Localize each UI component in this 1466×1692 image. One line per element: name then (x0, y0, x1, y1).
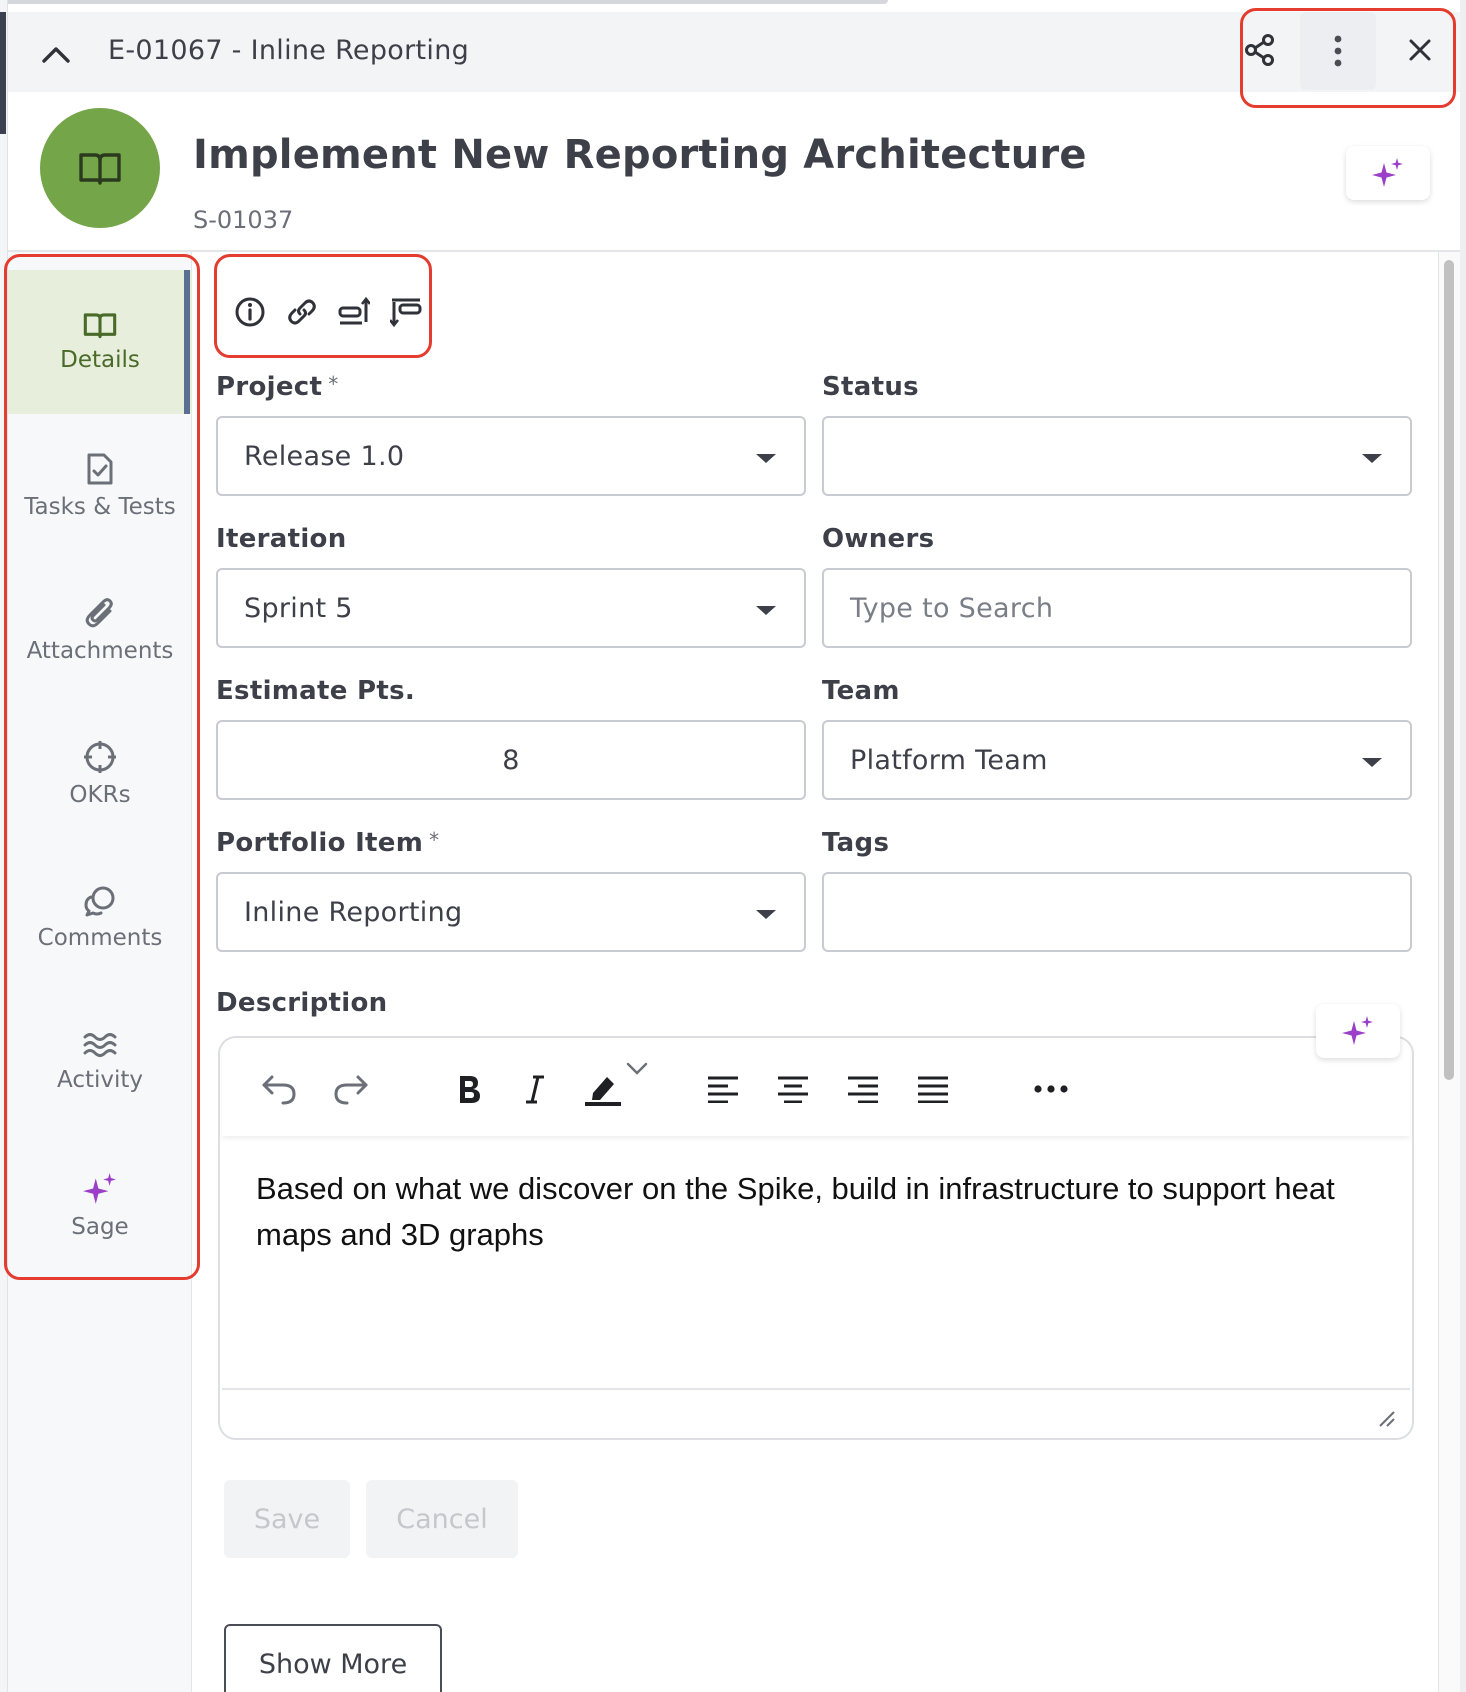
detail-panel: E-01067 - Inline Reporting Implement New… (0, 0, 1466, 1692)
justify-button[interactable] (910, 1066, 956, 1112)
header-actions-highlight (1240, 8, 1456, 108)
estimate-input[interactable]: 8 (216, 720, 806, 800)
breadcrumb[interactable]: E-01067 - Inline Reporting (108, 35, 469, 66)
cancel-button[interactable]: Cancel (366, 1480, 518, 1558)
toolbar-highlight (214, 254, 432, 358)
sidebar-item-label: Sage (71, 1214, 129, 1240)
highlight-button[interactable] (580, 1066, 626, 1112)
sparkles-icon (1342, 1016, 1373, 1045)
sidebar-item-label: Details (60, 347, 140, 373)
sidebar-item-label: Tasks & Tests (24, 494, 176, 520)
project-value: Release 1.0 (244, 440, 405, 472)
sidebar-item-sage[interactable]: Sage (8, 1134, 192, 1278)
italic-button[interactable] (512, 1066, 558, 1112)
highlight-icon (585, 1077, 621, 1106)
owners-label: Owners (822, 524, 935, 554)
sidebar-item-comments[interactable]: Comments (8, 846, 192, 990)
description-editor: Based on what we discover on the Spike, … (218, 1036, 1414, 1440)
item-id: S-01037 (193, 206, 294, 234)
align-right-button[interactable] (840, 1066, 886, 1112)
align-left-button[interactable] (700, 1066, 746, 1112)
caret-down-icon (1362, 758, 1382, 767)
portfolio-item-value: Inline Reporting (244, 896, 463, 928)
team-select[interactable]: Platform Team (822, 720, 1412, 800)
caret-down-icon (1362, 454, 1382, 463)
save-button[interactable]: Save (224, 1480, 350, 1558)
sidebar-item-label: OKRs (69, 782, 131, 808)
tags-label: Tags (822, 828, 890, 858)
portfolio-item-select[interactable]: Inline Reporting (216, 872, 806, 952)
show-more-button[interactable]: Show More (224, 1624, 442, 1692)
iteration-value: Sprint 5 (244, 592, 353, 624)
file-check-icon (87, 453, 113, 485)
sage-ai-button[interactable] (1346, 146, 1430, 200)
background-page-strip (0, 0, 8, 1692)
project-select[interactable]: Release 1.0 (216, 416, 806, 496)
chevron-down-icon (626, 1062, 648, 1075)
chevron-up-icon (42, 47, 70, 63)
target-icon (84, 741, 116, 773)
sidebar-item-attachments[interactable]: Attachments (8, 558, 192, 702)
description-text[interactable]: Based on what we discover on the Spike, … (256, 1166, 1386, 1258)
page-title: Implement New Reporting Architecture (193, 132, 1087, 178)
sage-description-button[interactable] (1316, 1004, 1400, 1058)
team-value: Platform Team (850, 744, 1048, 776)
team-label: Team (822, 676, 900, 706)
iteration-select[interactable]: Sprint 5 (216, 568, 806, 648)
sidebar-item-okrs[interactable]: OKRs (8, 702, 192, 846)
bold-icon (460, 1076, 480, 1103)
undo-icon (262, 1075, 296, 1105)
estimate-label: Estimate Pts. (216, 676, 416, 706)
undo-button[interactable] (256, 1066, 302, 1112)
sparkles-icon (83, 1173, 116, 1204)
owners-search-input[interactable]: Type to Search (822, 568, 1412, 648)
resize-handle-icon[interactable] (1376, 1408, 1396, 1428)
active-indicator (184, 270, 190, 414)
book-open-icon (83, 313, 117, 339)
top-edge (8, 0, 888, 4)
highlight-color-dropdown[interactable] (622, 1054, 652, 1084)
sidebar-item-label: Comments (37, 925, 163, 951)
italic-icon (526, 1075, 544, 1104)
iteration-label: Iteration (216, 524, 347, 554)
portfolio-item-label: Portfolio Item * (216, 828, 440, 858)
caret-down-icon (756, 454, 776, 463)
sidebar-item-activity[interactable]: Activity (8, 990, 192, 1134)
paperclip-icon (85, 598, 113, 628)
right-edge (1460, 0, 1466, 1692)
scrollbar-thumb[interactable] (1444, 260, 1454, 1080)
waves-icon (83, 1033, 117, 1057)
estimate-value: 8 (502, 744, 520, 776)
book-open-icon (79, 153, 121, 185)
status-label: Status (822, 372, 919, 402)
owners-placeholder: Type to Search (850, 592, 1054, 624)
tags-input[interactable] (822, 872, 1412, 952)
more-horizontal-icon (1034, 1085, 1068, 1093)
more-formatting-button[interactable] (1028, 1066, 1074, 1112)
sidebar-item-tasks-tests[interactable]: Tasks & Tests (8, 414, 192, 558)
description-label: Description (216, 988, 388, 1018)
collapse-button[interactable] (34, 34, 78, 74)
sparkles-icon (1372, 158, 1403, 187)
editor-toolbar (222, 1040, 1410, 1136)
caret-down-icon (756, 910, 776, 919)
status-select[interactable] (822, 416, 1412, 496)
align-center-icon (778, 1076, 808, 1103)
project-label: Project * (216, 372, 339, 402)
align-left-icon (708, 1076, 738, 1103)
caret-down-icon (756, 606, 776, 615)
item-avatar (40, 108, 160, 228)
align-right-icon (848, 1076, 878, 1103)
sidebar-item-label: Activity (56, 1067, 143, 1093)
redo-icon (334, 1075, 368, 1105)
chat-bubbles-icon (84, 886, 115, 917)
redo-button[interactable] (328, 1066, 374, 1112)
align-center-button[interactable] (770, 1066, 816, 1112)
editor-status-bar (222, 1388, 1410, 1438)
justify-icon (918, 1076, 948, 1103)
header-divider (8, 250, 1460, 252)
bold-button[interactable] (446, 1066, 492, 1112)
sidebar-item-details[interactable]: Details (8, 270, 192, 414)
sidebar-item-label: Attachments (26, 638, 174, 664)
